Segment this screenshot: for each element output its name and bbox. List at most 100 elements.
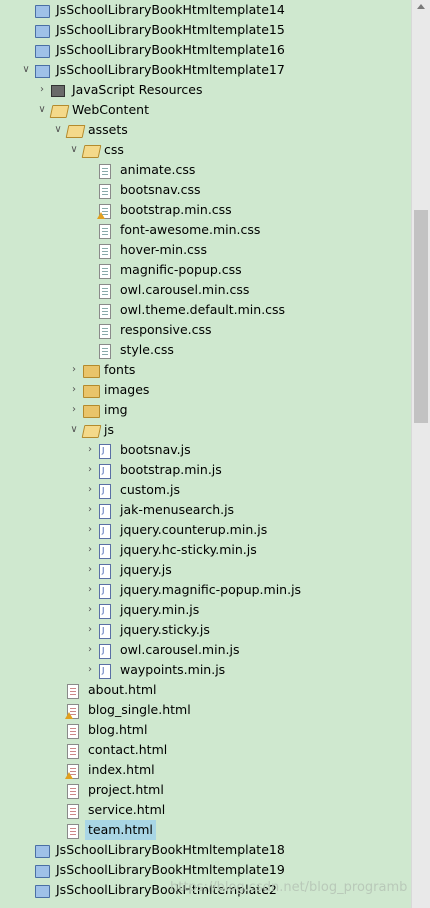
tree-item-label: jquery.magnific-popup.min.js — [120, 582, 302, 597]
tree-item[interactable]: › jquery.min.js — [0, 600, 411, 621]
tree-item-label: JsSchoolLibraryBookHtmltemplate19 — [56, 862, 285, 877]
tree-item[interactable]: › jquery.sticky.js — [0, 620, 411, 641]
collapsed-chevron-icon[interactable]: › — [68, 380, 80, 400]
tree-item[interactable]: › bootstrap.min.js — [0, 460, 411, 481]
tree-item-label: team.html — [85, 820, 156, 840]
tree-item[interactable]: index.html — [0, 760, 411, 780]
folder-icon — [83, 405, 100, 418]
collapsed-chevron-icon[interactable]: › — [84, 660, 96, 680]
tree-item[interactable]: ∨ js — [0, 420, 411, 440]
collapsed-chevron-icon[interactable]: › — [84, 500, 96, 520]
expanded-chevron-icon[interactable]: ∨ — [68, 420, 80, 440]
scroll-up-arrow-icon[interactable] — [417, 4, 425, 9]
tree-item[interactable]: › JavaScript Resources — [0, 80, 411, 100]
expanded-chevron-icon[interactable]: ∨ — [68, 140, 80, 160]
collapsed-chevron-icon[interactable]: › — [84, 580, 96, 600]
tree-item[interactable]: team.html — [0, 820, 411, 840]
collapsed-chevron-icon[interactable]: › — [68, 360, 80, 380]
project-icon — [35, 865, 50, 878]
tree-item[interactable]: JsSchoolLibraryBookHtmltemplate16 — [0, 40, 411, 60]
tree-item[interactable]: › waypoints.min.js — [0, 660, 411, 681]
tree-item[interactable]: bootstrap.min.css — [0, 200, 411, 220]
tree-item[interactable]: owl.carousel.min.css — [0, 280, 411, 300]
tree-item[interactable]: JsSchoolLibraryBookHtmltemplate15 — [0, 20, 411, 40]
tree-item[interactable]: › img — [0, 400, 411, 420]
tree-item-label: img — [104, 402, 128, 417]
expanded-chevron-icon[interactable]: ∨ — [20, 60, 32, 80]
tree-item[interactable]: owl.theme.default.min.css — [0, 300, 411, 320]
tree-item[interactable]: contact.html — [0, 740, 411, 760]
tree-item[interactable]: style.css — [0, 340, 411, 360]
js-file-icon — [99, 461, 111, 481]
collapsed-chevron-icon[interactable]: › — [84, 440, 96, 460]
css-file-icon — [99, 224, 111, 239]
tree-item[interactable]: animate.css — [0, 160, 411, 180]
collapsed-chevron-icon[interactable]: › — [84, 520, 96, 540]
tree-item[interactable]: about.html — [0, 680, 411, 700]
tree-item[interactable]: ∨ WebContent — [0, 100, 411, 120]
collapsed-chevron-icon[interactable]: › — [84, 540, 96, 560]
tree-item-label: fonts — [104, 362, 136, 377]
expanded-chevron-icon[interactable]: ∨ — [52, 120, 64, 140]
project-icon — [35, 5, 50, 18]
tree-item-label: index.html — [88, 762, 155, 777]
tree-item[interactable]: › jquery.counterup.min.js — [0, 520, 411, 541]
tree-item-label: JsSchoolLibraryBookHtmltemplate18 — [56, 842, 285, 857]
collapsed-chevron-icon[interactable]: › — [84, 560, 96, 580]
tree-item-label: css — [104, 142, 124, 157]
tree-item-label: blog_single.html — [88, 702, 191, 717]
warning-icon — [65, 772, 73, 779]
vertical-scrollbar[interactable] — [411, 0, 430, 908]
tree-item-label: waypoints.min.js — [120, 662, 226, 677]
tree-item-label: magnific-popup.css — [120, 262, 242, 277]
collapsed-chevron-icon[interactable]: › — [84, 600, 96, 620]
tree-item[interactable]: › jquery.magnific-popup.min.js — [0, 580, 411, 601]
tree-item[interactable]: › bootsnav.js — [0, 440, 411, 461]
tree-item[interactable]: › images — [0, 380, 411, 400]
collapsed-chevron-icon[interactable]: › — [36, 80, 48, 100]
expanded-chevron-icon[interactable]: ∨ — [36, 100, 48, 120]
tree-item-label: bootsnav.js — [120, 442, 191, 457]
tree-item[interactable]: › jquery.hc-sticky.min.js — [0, 540, 411, 561]
collapsed-chevron-icon[interactable]: › — [68, 400, 80, 420]
project-explorer-tree: JsSchoolLibraryBookHtmltemplate14 JsSchoo… — [0, 0, 411, 900]
tree-item[interactable]: › custom.js — [0, 480, 411, 501]
tree-item[interactable]: › jak-menusearch.js — [0, 500, 411, 521]
tree-item[interactable]: › fonts — [0, 360, 411, 380]
open-folder-icon — [81, 145, 102, 158]
js-file-icon — [99, 441, 111, 461]
tree-item[interactable]: blog_single.html — [0, 700, 411, 720]
collapsed-chevron-icon[interactable]: › — [84, 460, 96, 480]
tree-item-label: bootsnav.css — [120, 182, 201, 197]
tree-item-label: bootstrap.min.js — [120, 462, 222, 477]
tree-item[interactable]: JsSchoolLibraryBookHtmltemplate19 — [0, 860, 411, 880]
tree-item-label: js — [104, 422, 114, 437]
tree-item-label: hover-min.css — [120, 242, 207, 257]
tree-item[interactable]: project.html — [0, 780, 411, 800]
tree-item[interactable]: › jquery.js — [0, 560, 411, 581]
collapsed-chevron-icon[interactable]: › — [84, 620, 96, 640]
collapsed-chevron-icon[interactable]: › — [84, 640, 96, 660]
scrollbar-thumb[interactable] — [414, 210, 428, 423]
tree-item-label: jquery.min.js — [120, 602, 200, 617]
tree-item[interactable]: ∨ JsSchoolLibraryBookHtmltemplate17 — [0, 60, 411, 80]
tree-item[interactable]: JsSchoolLibraryBookHtmltemplate14 — [0, 0, 411, 20]
tree-item-label: service.html — [88, 802, 166, 817]
tree-item[interactable]: bootsnav.css — [0, 180, 411, 200]
js-file-icon — [99, 541, 111, 561]
tree-item[interactable]: ∨ assets — [0, 120, 411, 140]
tree-item[interactable]: JsSchoolLibraryBookHtmltemplate18 — [0, 840, 411, 860]
collapsed-chevron-icon[interactable]: › — [84, 480, 96, 500]
html-file-icon — [67, 684, 79, 699]
tree-item[interactable]: ∨ css — [0, 140, 411, 160]
tree-item-label: blog.html — [88, 722, 148, 737]
css-file-icon — [99, 184, 111, 199]
tree-item[interactable]: hover-min.css — [0, 240, 411, 260]
tree-item[interactable]: blog.html — [0, 720, 411, 740]
tree-item[interactable]: service.html — [0, 800, 411, 820]
html-file-icon — [67, 804, 79, 819]
tree-item[interactable]: › owl.carousel.min.js — [0, 640, 411, 661]
tree-item[interactable]: responsive.css — [0, 320, 411, 340]
tree-item[interactable]: magnific-popup.css — [0, 260, 411, 280]
tree-item[interactable]: font-awesome.min.css — [0, 220, 411, 240]
